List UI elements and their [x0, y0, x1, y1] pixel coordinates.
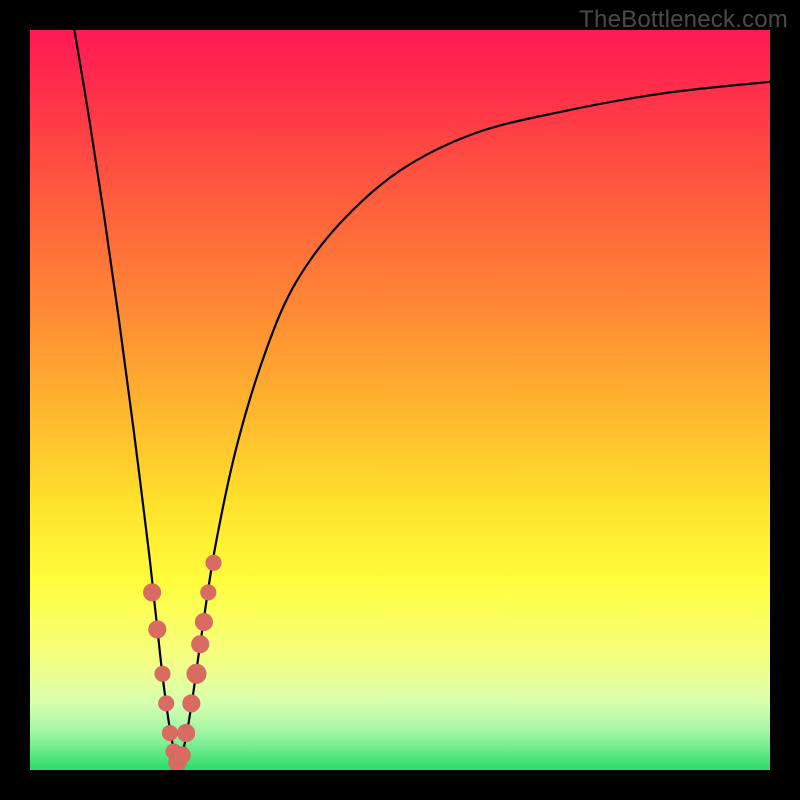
- highlight-dot: [200, 584, 216, 600]
- highlight-dot: [195, 613, 213, 631]
- chart-plot-area: [30, 30, 770, 770]
- chart-frame: TheBottleneck.com: [0, 0, 800, 800]
- highlight-dot: [191, 635, 209, 653]
- highlight-dot: [155, 666, 171, 682]
- highlight-dot: [162, 725, 178, 741]
- highlight-dot: [206, 555, 222, 571]
- watermark-text: TheBottleneck.com: [579, 6, 788, 34]
- bottleneck-curve: [74, 30, 770, 763]
- highlight-dot: [177, 724, 195, 742]
- highlight-dot: [143, 583, 161, 601]
- highlight-dot: [173, 746, 191, 764]
- highlight-dot: [182, 694, 200, 712]
- highlight-dots-group: [143, 555, 221, 770]
- chart-svg: [30, 30, 770, 770]
- highlight-dot: [158, 695, 174, 711]
- highlight-dot: [187, 664, 207, 684]
- highlight-dot: [148, 620, 166, 638]
